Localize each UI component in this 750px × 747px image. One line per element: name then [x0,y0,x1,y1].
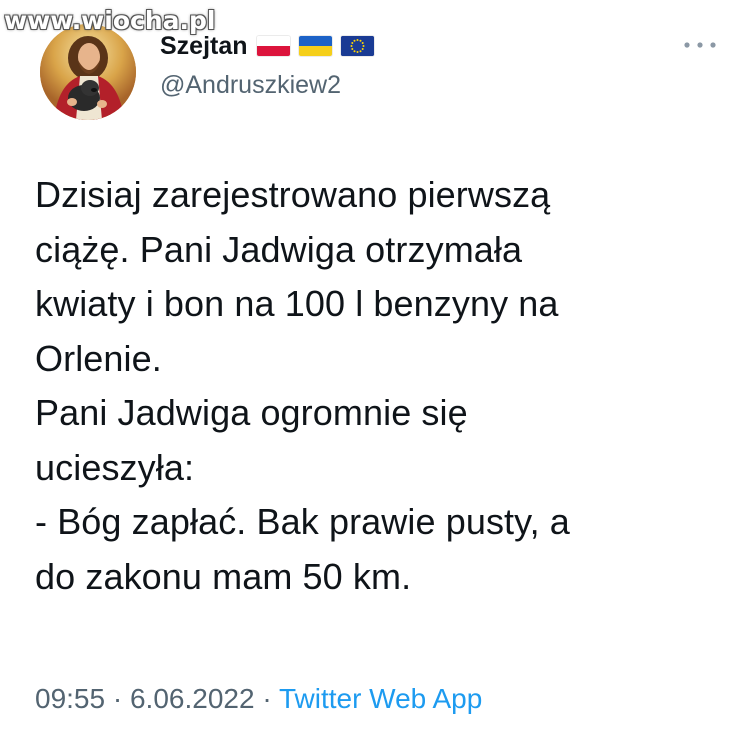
tweet-line: ucieszyła: [35,446,195,488]
ukraine-flag-icon [298,36,332,56]
author-handle[interactable]: @Andruszkiew2 [160,71,341,100]
meta-separator: · [112,683,123,714]
poland-flag-icon [256,36,290,56]
tweet-date[interactable]: 6.06.2022 [130,683,255,714]
more-options-icon[interactable] [680,38,720,52]
watermark-logo: www.wiocha.pl [4,6,216,35]
tweet-line: Orlenie. [35,337,162,379]
tweet-text: Dzisiaj zarejestrowano pierwszą ciążę. P… [35,168,725,604]
tweet-metadata: 09:55 · 6.06.2022 · Twitter Web App [35,683,482,715]
eu-flag-icon [340,36,374,56]
meta-separator: · [262,683,272,714]
avatar-image [40,24,136,120]
tweet-line: kwiaty i bon na 100 l benzyny na [35,283,559,324]
tweet-line: - Bóg zapłać. Bak prawie pusty, a [35,501,570,542]
tweet-line: Pani Jadwiga ogromnie się [35,392,468,433]
tweet-line: do zakonu mam 50 km. [35,555,412,597]
avatar[interactable] [40,24,136,120]
display-name[interactable]: Szejtan [160,32,248,61]
tweet-time[interactable]: 09:55 [35,683,105,714]
tweet-line: Dzisiaj zarejestrowano pierwszą [35,174,551,215]
tweet-source-link[interactable]: Twitter Web App [279,683,482,714]
tweet-line: ciążę. Pani Jadwiga otrzymała [35,228,523,270]
